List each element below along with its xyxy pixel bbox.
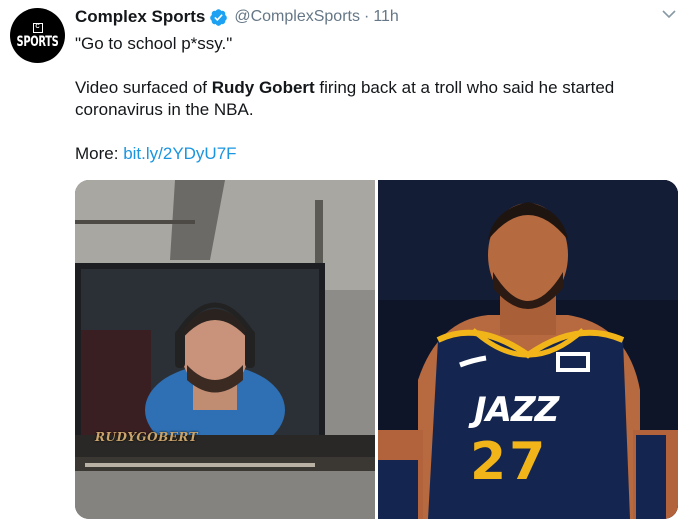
player-photo-image[interactable]: JAZZ 27 (378, 180, 678, 519)
tweet-quote: "Go to school p*ssy." (75, 34, 233, 53)
display-name[interactable]: Complex Sports (75, 7, 205, 27)
stream-screenshot-image[interactable]: RUDYGOBERT (75, 180, 375, 519)
more-line: More: bit.ly/2YDyU7F (75, 143, 685, 165)
handle[interactable]: @ComplexSports (234, 8, 360, 26)
timestamp[interactable]: 11h (373, 8, 399, 26)
avatar-logo-text: SPORTS (16, 33, 59, 50)
chevron-down-icon[interactable] (662, 9, 676, 19)
tweet-text-before: Video surfaced of (75, 78, 212, 97)
jersey-wordmark: JAZZ (474, 390, 559, 430)
more-label: More: (75, 144, 124, 163)
mention-rudy-gobert: Rudy Gobert (211, 78, 315, 97)
separator-dot: · (363, 8, 370, 25)
tweet-paragraph: Video surfaced of Rudy Gobert firing bac… (75, 77, 685, 121)
verified-badge-icon (210, 8, 228, 26)
tweet-text: "Go to school p*ssy." Video surfaced of … (75, 33, 685, 187)
tweet-link[interactable]: bit.ly/2YDyU7F (123, 144, 236, 163)
jersey-number: 27 (470, 432, 549, 492)
tweet: C SPORTS Complex Sports @ComplexSports ·… (0, 0, 700, 525)
tweet-media: RUDYGOBERT JAZZ 27 (75, 180, 678, 519)
stream-nameplate: RUDYGOBERT (95, 430, 199, 444)
avatar[interactable]: C SPORTS (10, 8, 65, 63)
complex-sports-logo-icon: C (32, 23, 43, 33)
tweet-header: Complex Sports @ComplexSports · 11h (75, 6, 399, 28)
stream-screenshot-drawing (75, 180, 375, 519)
